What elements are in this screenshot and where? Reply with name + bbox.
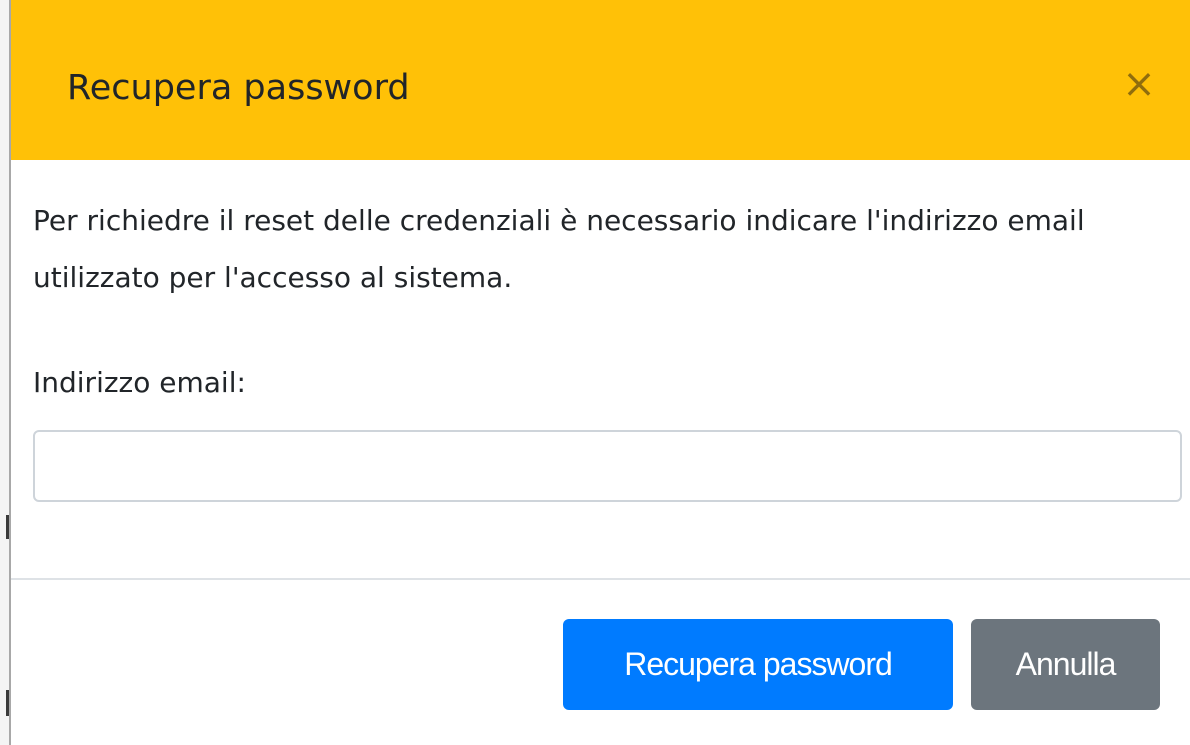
- background-text-fragment: [6, 515, 9, 539]
- reset-instructions: Per richiedre il reset delle credenziali…: [33, 204, 1085, 294]
- modal-title: Recupera password: [67, 68, 410, 108]
- recover-password-button[interactable]: Recupera password: [563, 619, 953, 710]
- close-button[interactable]: ×: [1114, 58, 1164, 110]
- cancel-button[interactable]: Annulla: [971, 619, 1160, 710]
- recover-password-modal: Recupera password × Per richiedre il res…: [11, 0, 1190, 745]
- background-window-edge: [0, 0, 11, 745]
- background-text-fragment: [6, 690, 9, 716]
- modal-footer: Recupera password Annulla: [11, 578, 1190, 745]
- email-input[interactable]: [33, 430, 1182, 502]
- modal-body: Per richiedre il reset delle credenziali…: [11, 160, 1190, 578]
- email-label: Indirizzo email:: [33, 366, 246, 399]
- close-icon: ×: [1122, 61, 1156, 107]
- modal-header: Recupera password ×: [11, 0, 1190, 160]
